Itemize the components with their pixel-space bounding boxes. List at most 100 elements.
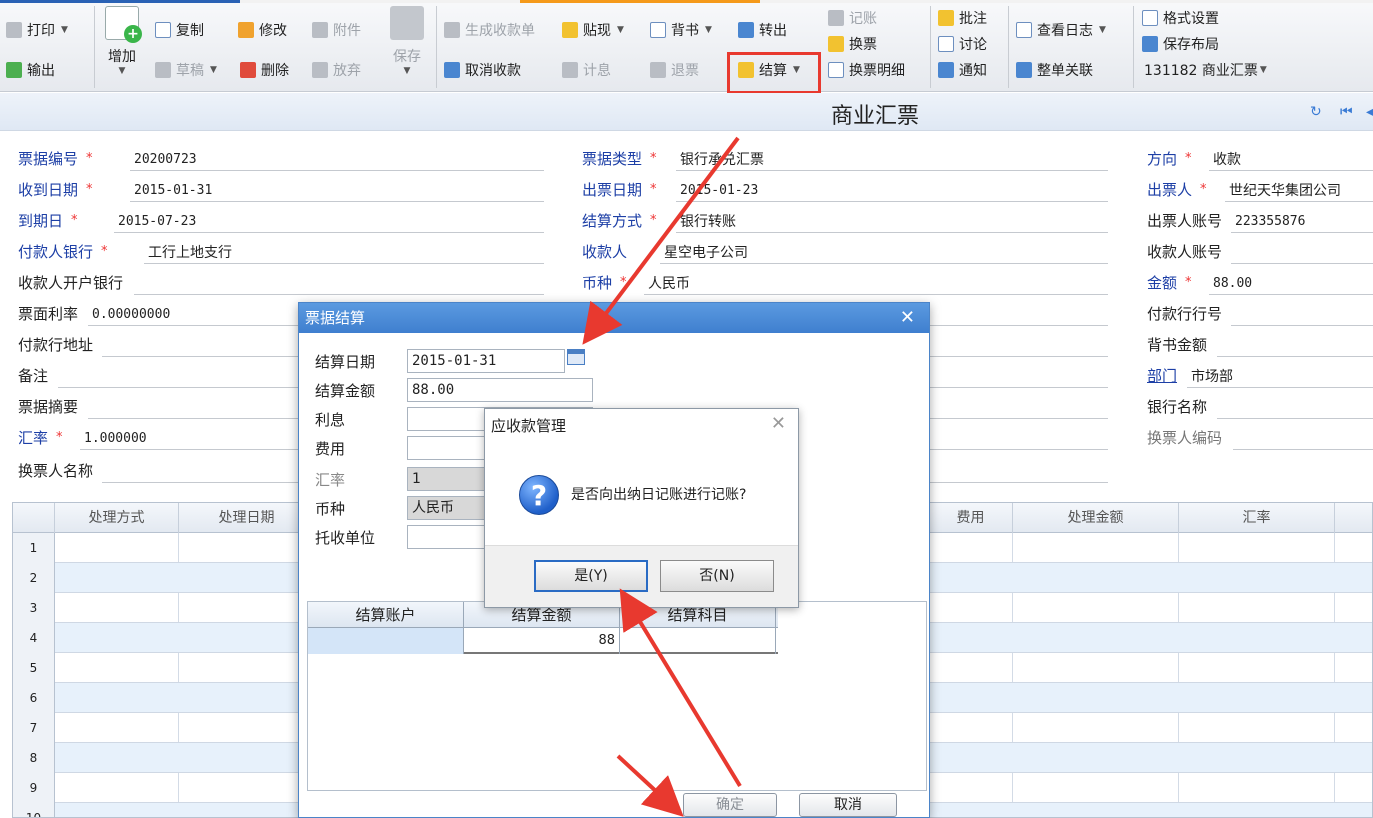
settle-amount-cell[interactable]: 88 bbox=[464, 628, 620, 654]
delete-button[interactable]: 删除 bbox=[240, 58, 289, 82]
paperclip-icon bbox=[312, 22, 328, 38]
grid-col-header[interactable]: 费用 bbox=[929, 503, 1013, 533]
print-button[interactable]: 打印 ▼ bbox=[6, 18, 68, 42]
settle-method-input[interactable]: 银行转账 bbox=[676, 211, 1108, 233]
yes-button[interactable]: 是(Y) bbox=[534, 560, 648, 592]
transfer-out-button[interactable]: 转出 bbox=[738, 18, 787, 42]
issue-date-input[interactable]: 2015-01-23 bbox=[676, 180, 1108, 202]
close-icon[interactable]: ✕ bbox=[900, 307, 915, 328]
ok-button[interactable]: 确定 bbox=[683, 793, 777, 817]
recv-date-input[interactable]: 2015-01-31 bbox=[130, 180, 544, 202]
save-layout-button[interactable]: 保存布局 bbox=[1142, 32, 1219, 56]
rate-label: 汇率 bbox=[315, 470, 346, 489]
export-button[interactable]: 输出 bbox=[6, 58, 55, 82]
chevron-down-icon[interactable]: ▼ bbox=[1260, 65, 1267, 75]
endorse-amount-input[interactable] bbox=[1217, 335, 1373, 357]
transfer-icon bbox=[738, 22, 754, 38]
format-settings-button[interactable]: 格式设置 bbox=[1142, 6, 1219, 30]
draft-button[interactable]: 草稿 ▼ bbox=[155, 58, 217, 82]
accrue-interest-button[interactable]: 计息 bbox=[562, 58, 611, 82]
attach-button[interactable]: 附件 bbox=[312, 18, 361, 42]
row-number: 7 bbox=[13, 713, 55, 743]
refresh-icon[interactable]: ↻ bbox=[1310, 104, 1322, 120]
settle-account-cell[interactable] bbox=[308, 628, 464, 654]
exchange-button[interactable]: 换票 bbox=[828, 32, 877, 56]
annotate-button[interactable]: 批注 bbox=[938, 6, 987, 30]
grid-col-header[interactable]: 汇率 bbox=[1179, 503, 1335, 533]
no-button[interactable]: 否(N) bbox=[660, 560, 774, 592]
payee-account-input[interactable] bbox=[1231, 242, 1373, 264]
drawer-input[interactable]: 世纪天华集团公司 bbox=[1225, 180, 1373, 202]
field-underline bbox=[930, 387, 1108, 388]
return-bill-button[interactable]: 退票 bbox=[650, 58, 699, 82]
cancel-button[interactable]: 取消 bbox=[799, 793, 897, 817]
chevron-down-icon[interactable]: ▼ bbox=[100, 66, 144, 76]
department-input[interactable]: 市场部 bbox=[1187, 366, 1373, 388]
generate-receipt-button[interactable]: 生成收款单 bbox=[444, 18, 535, 42]
cancel-receipt-button[interactable]: 取消收款 bbox=[444, 58, 521, 82]
amount-input[interactable]: 88.00 bbox=[1209, 273, 1373, 295]
drawer-account-field: 出票人账号 223355876 bbox=[1147, 207, 1373, 233]
chevron-down-icon[interactable]: ▼ bbox=[385, 66, 429, 76]
chevron-down-icon[interactable]: ▼ bbox=[705, 25, 712, 35]
direction-input[interactable]: 收款 bbox=[1209, 149, 1373, 171]
message-box-title: 应收款管理 bbox=[491, 417, 567, 435]
bill-no-input[interactable]: 20200723 bbox=[130, 149, 544, 171]
view-log-button[interactable]: 查看日志 ▼ bbox=[1016, 18, 1106, 42]
close-icon[interactable]: ✕ bbox=[771, 413, 786, 434]
due-date-input[interactable]: 2015-07-23 bbox=[114, 211, 544, 233]
discuss-button[interactable]: 讨论 bbox=[938, 32, 987, 56]
save-button[interactable]: 保存 ▼ bbox=[385, 6, 429, 76]
grid-col-header[interactable]: 处理方式 bbox=[55, 503, 179, 533]
endorse-button[interactable]: 背书 ▼ bbox=[650, 18, 712, 42]
link-icon bbox=[1016, 62, 1032, 78]
post-button[interactable]: 记账 bbox=[828, 6, 877, 30]
settle-date-input[interactable]: 2015-01-31 bbox=[407, 349, 565, 373]
settle-method-field: 结算方式 * 银行转账 bbox=[582, 207, 1108, 233]
copy-button[interactable]: 复制 bbox=[155, 18, 204, 42]
drawer-field: 出票人 * 世纪天华集团公司 bbox=[1147, 176, 1373, 202]
payer-bank-input[interactable]: 工行上地支行 bbox=[144, 242, 544, 264]
chevron-down-icon[interactable]: ▼ bbox=[617, 25, 624, 35]
amount-field: 金额 * 88.00 bbox=[1147, 269, 1373, 295]
bill-type-input[interactable]: 银行承兑汇票 bbox=[676, 149, 1108, 171]
bank-name-input[interactable] bbox=[1217, 397, 1373, 419]
payee-account-field: 收款人账号 bbox=[1147, 238, 1373, 264]
chevron-down-icon[interactable]: ▼ bbox=[210, 65, 217, 75]
toolbar-divider bbox=[1133, 6, 1134, 88]
table-col-header[interactable]: 结算账户 bbox=[308, 602, 464, 628]
grid-col-header[interactable]: 处理日期 bbox=[179, 503, 315, 533]
table-row[interactable]: 88 bbox=[308, 628, 778, 654]
modify-button[interactable]: 修改 bbox=[238, 18, 287, 42]
top-accent-strip bbox=[0, 0, 1373, 3]
chevron-down-icon[interactable]: ▼ bbox=[1099, 25, 1106, 35]
notify-button[interactable]: 通知 bbox=[938, 58, 987, 82]
toolbar: 打印 ▼ 输出 + 增加 ▼ 复制 修改 附件 草稿 ▼ 删除 放弃 保存 ▼ 生成… bbox=[0, 0, 1373, 94]
settle-subject-cell[interactable] bbox=[620, 628, 776, 654]
grid-col-header[interactable]: 处理金额 bbox=[1013, 503, 1179, 533]
exchange-detail-button[interactable]: 换票明细 bbox=[828, 58, 905, 82]
receipt-icon bbox=[444, 22, 460, 38]
chevron-down-icon[interactable]: ▼ bbox=[61, 25, 68, 35]
drawer-account-input[interactable]: 223355876 bbox=[1231, 211, 1373, 233]
discount-icon bbox=[562, 22, 578, 38]
pay-bank-no-input[interactable] bbox=[1231, 304, 1373, 326]
prev-record-icon[interactable]: ◀ bbox=[1366, 104, 1373, 120]
payer-bank-field: 付款人银行 * 工行上地支行 bbox=[18, 238, 544, 264]
exchanger-code-input[interactable] bbox=[1233, 428, 1373, 450]
payee-bank-field: 收款人开户银行 bbox=[18, 269, 544, 295]
discount-button[interactable]: 贴现 ▼ bbox=[562, 18, 624, 42]
payee-bank-input[interactable] bbox=[134, 273, 544, 295]
settle-amount-input[interactable]: 88.00 bbox=[407, 378, 593, 402]
interest-label: 利息 bbox=[315, 410, 346, 429]
whole-link-button[interactable]: 整单关联 bbox=[1016, 58, 1093, 82]
add-button[interactable]: + 增加 ▼ bbox=[100, 6, 144, 76]
row-number: 8 bbox=[13, 743, 55, 773]
currency-input[interactable]: 人民币 bbox=[644, 273, 1108, 295]
calendar-icon[interactable] bbox=[567, 349, 585, 365]
discard-button[interactable]: 放弃 bbox=[312, 58, 361, 82]
first-record-icon[interactable]: ⏮ bbox=[1340, 104, 1353, 120]
payee-input[interactable]: 星空电子公司 bbox=[660, 242, 1108, 264]
fee-label: 费用 bbox=[315, 439, 346, 458]
template-select[interactable]: 131182 商业汇票 ▼ bbox=[1144, 58, 1267, 82]
